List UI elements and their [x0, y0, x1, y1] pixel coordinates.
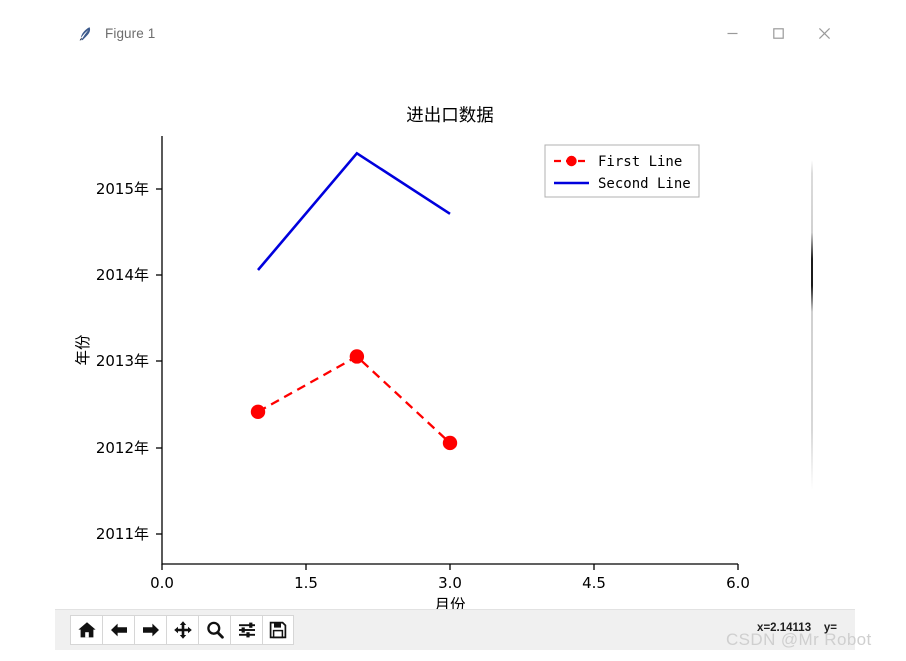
axes-spines: [161, 136, 738, 565]
toolbar-button-group: [70, 615, 294, 645]
maximize-button[interactable]: [755, 14, 801, 53]
window-controls: [709, 14, 847, 53]
data-point-marker: [349, 349, 365, 364]
y-ticklabel: 2015年: [96, 180, 149, 198]
floppy-disk-icon: [269, 621, 287, 639]
y-ticklabel: 2012年: [96, 439, 149, 457]
window-title: Figure 1: [105, 26, 156, 41]
series-first-line: [250, 349, 458, 451]
chart-legend[interactable]: First Line Second Line: [544, 144, 700, 198]
y-ticklabel: 2011年: [96, 525, 149, 543]
window-titlebar[interactable]: Figure 1: [55, 14, 855, 53]
titlebar-left-group: Figure 1: [55, 14, 709, 53]
x-axis-ticklabels: 0.0 1.5 3.0 4.5 6.0: [150, 574, 750, 592]
x-ticklabel: 4.5: [582, 574, 606, 592]
pan-button[interactable]: [166, 615, 198, 645]
matplotlib-feather-icon: [77, 25, 94, 42]
configure-subplots-button[interactable]: [230, 615, 262, 645]
y-axis-ticklabels: 2015年 2014年 2013年 2012年 2011年: [96, 180, 149, 543]
figure-window: Figure 1 0.0 1.5 3.0 4.5 6.0 2015年 2014年…: [55, 14, 855, 650]
csdn-watermark: CSDN @Mr Robot: [726, 630, 872, 649]
back-button[interactable]: [102, 615, 134, 645]
x-ticklabel: 6.0: [726, 574, 750, 592]
zoom-button[interactable]: [198, 615, 230, 645]
chart-title: 进出口数据: [406, 106, 494, 126]
y-axis-ticks: [156, 188, 162, 535]
x-ticklabel: 0.0: [150, 574, 174, 592]
save-button[interactable]: [262, 615, 294, 645]
legend-label-second-line: Second Line: [598, 176, 691, 192]
x-axis-label: 月份: [434, 596, 466, 609]
y-ticklabel: 2013年: [96, 352, 149, 370]
move-arrows-icon: [173, 621, 192, 639]
series-second-line: [257, 151, 451, 271]
legend-label-first-line: First Line: [598, 154, 682, 170]
matplotlib-axes: 0.0 1.5 3.0 4.5 6.0 2015年 2014年 2013年 20…: [74, 106, 750, 609]
data-point-marker: [250, 404, 266, 420]
x-ticklabel: 3.0: [438, 574, 462, 592]
forward-button[interactable]: [134, 615, 166, 645]
x-axis-ticks: [161, 564, 739, 570]
screen-edge-artifact: [811, 160, 813, 490]
y-ticklabel: 2014年: [96, 266, 149, 284]
figure-canvas[interactable]: 0.0 1.5 3.0 4.5 6.0 2015年 2014年 2013年 20…: [55, 53, 855, 609]
home-button[interactable]: [70, 615, 102, 645]
data-point-marker: [442, 435, 458, 451]
y-axis-label: 年份: [74, 334, 92, 366]
sliders-icon: [238, 622, 255, 638]
close-button[interactable]: [801, 14, 847, 53]
arrow-right-icon: [142, 623, 159, 637]
screenshot-root: Figure 1 0.0 1.5 3.0 4.5 6.0 2015年 2014年…: [0, 0, 906, 661]
x-ticklabel: 1.5: [294, 574, 318, 592]
magnifier-icon: [206, 621, 224, 639]
minimize-button[interactable]: [709, 14, 755, 53]
home-icon: [77, 622, 96, 638]
arrow-left-icon: [110, 623, 127, 637]
